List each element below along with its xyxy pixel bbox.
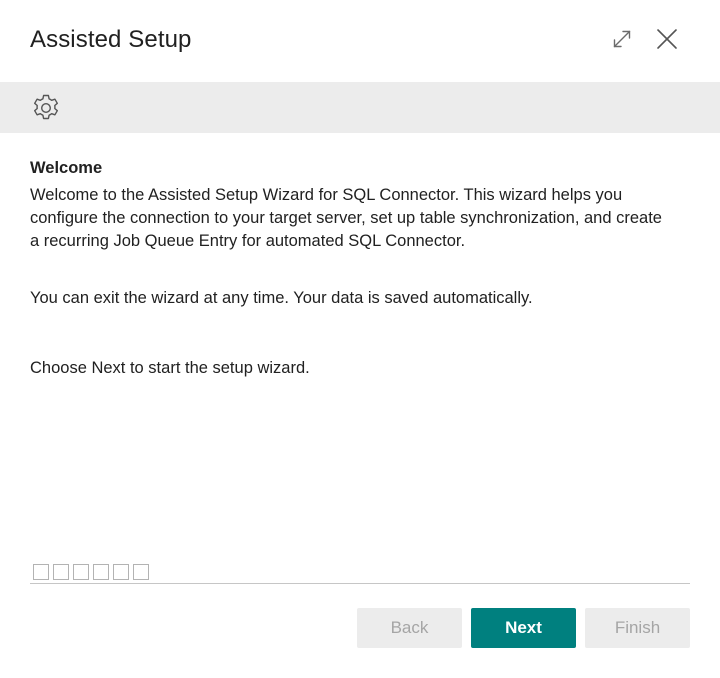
assisted-setup-dialog: Assisted Setup Welcome Welcome to the As… <box>0 0 720 678</box>
finish-button[interactable]: Finish <box>585 608 690 648</box>
dialog-title: Assisted Setup <box>30 26 192 53</box>
step-indicator <box>33 564 149 580</box>
dialog-header: Assisted Setup <box>0 0 720 82</box>
wizard-content: Welcome Welcome to the Assisted Setup Wi… <box>30 157 670 380</box>
step-box <box>113 564 129 580</box>
close-icon <box>657 29 677 49</box>
expand-diagonal-icon <box>613 30 631 48</box>
step-box <box>33 564 49 580</box>
step-box <box>133 564 149 580</box>
next-button[interactable]: Next <box>471 608 576 648</box>
instruction-paragraph: Choose Next to start the setup wizard. <box>30 359 310 377</box>
action-bar <box>0 82 720 133</box>
footer-divider <box>30 583 690 584</box>
step-box <box>93 564 109 580</box>
exit-info-paragraph: You can exit the wizard at any time. You… <box>30 289 533 307</box>
back-button[interactable]: Back <box>357 608 462 648</box>
expand-button[interactable] <box>609 26 635 52</box>
close-button[interactable] <box>654 26 680 52</box>
gear-icon[interactable] <box>30 92 62 124</box>
step-box <box>73 564 89 580</box>
intro-paragraph: Welcome to the Assisted Setup Wizard for… <box>30 186 662 250</box>
section-title: Welcome <box>30 159 103 177</box>
step-box <box>53 564 69 580</box>
